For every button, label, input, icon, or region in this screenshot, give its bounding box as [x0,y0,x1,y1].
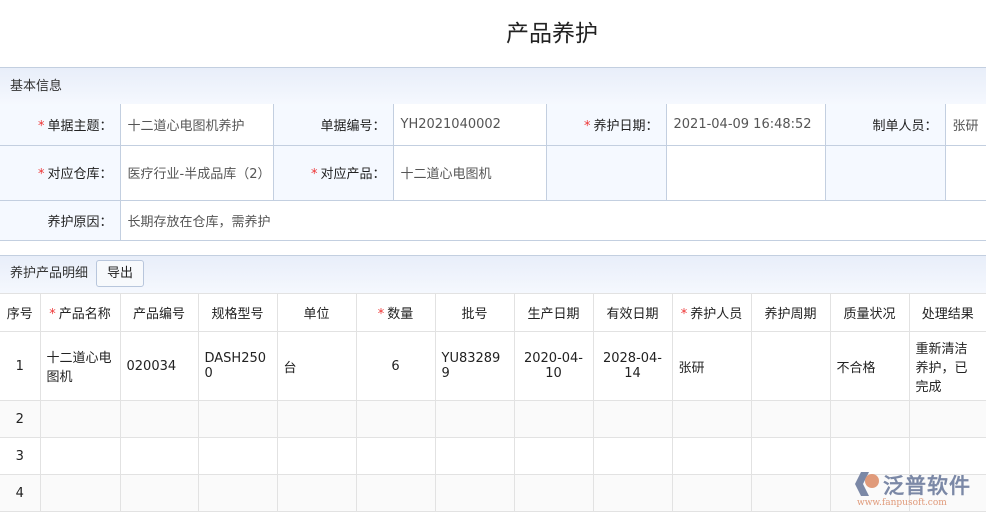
table-row[interactable]: 1 十二道心电图机 020034 DASH2500 台 6 YU832899 2… [0,331,986,401]
cell-no: 4 [0,474,41,512]
cell-no: 1 [0,331,41,401]
page-title: 产品养护 [506,21,598,47]
col-header: 单位 [276,293,357,332]
cell-cycle[interactable] [750,331,831,401]
empty-field [944,144,986,201]
col-header: 养护周期 [750,293,831,332]
col-header: 序号 [0,293,41,332]
subject-label: * 单据主题： [0,104,121,146]
export-button[interactable]: 导出 [96,260,145,287]
reason-label: 养护原因： [0,199,121,241]
table-header-row: 序号 * 产品名称 产品编号 规格型号 单位 * 数量 批号 生产日期 有效日期 *… [0,293,986,332]
col-header: 质量状况 [829,293,910,332]
number-field[interactable]: YH2021040002 [392,104,547,146]
basic-info-header: 基本信息 [0,67,986,104]
col-header: 处理结果 [908,293,986,332]
table-row[interactable]: 4 [0,474,986,512]
col-header: * 养护人员 [671,293,752,332]
number-label: 单据编号： [272,104,394,146]
empty-label [545,144,667,201]
empty-field [665,144,826,201]
cell-no: 3 [0,437,41,475]
cell-spec[interactable]: DASH2500 [197,331,278,401]
cell-staff[interactable]: 张研 [671,331,752,401]
product-field[interactable]: 十二道心电图机 [392,144,547,201]
watermark-url: www.fanpusoft.com [857,498,947,508]
reason-field[interactable]: 长期存放在仓库，需养护 [119,199,986,241]
warehouse-field[interactable]: 医疗行业-半成品库（2） [119,144,274,201]
detail-header: 养护产品明细 导出 [0,255,986,293]
warehouse-label: * 对应仓库： [0,144,121,201]
col-header: 批号 [434,293,515,332]
detail-title: 养护产品明细 [10,266,89,281]
creator-field[interactable]: 张研 [944,104,986,146]
date-label: * 养护日期： [545,104,667,146]
cell-qty[interactable]: 6 [355,331,436,401]
basic-info-form: * 单据主题： 十二道心电图机养护 单据编号： YH2021040002 * 养护日… [0,104,986,241]
table-row[interactable]: 2 [0,400,986,438]
cell-code[interactable]: 020034 [119,331,199,401]
col-header: 产品编号 [119,293,199,332]
watermark-brand: 泛普软件 [883,474,971,498]
col-header: * 数量 [355,293,436,332]
cell-result[interactable]: 重新清洁养护，已完成 [908,331,986,401]
cell-name[interactable]: 十二道心电图机 [39,331,121,401]
date-field[interactable]: 2021-04-09 16:48:52 [665,104,826,146]
col-header: * 产品名称 [39,293,121,332]
product-label: * 对应产品： [272,144,394,201]
col-header: 规格型号 [197,293,278,332]
cell-quality[interactable]: 不合格 [829,331,910,401]
cell-unit[interactable]: 台 [276,331,357,401]
col-header: 有效日期 [592,293,673,332]
col-header: 生产日期 [513,293,594,332]
cell-exp-date[interactable]: 2028-04-14 [592,331,673,401]
cell-batch[interactable]: YU832899 [434,331,515,401]
cell-no: 2 [0,400,41,438]
fanpu-logo-icon [855,472,879,496]
detail-table: 序号 * 产品名称 产品编号 规格型号 单位 * 数量 批号 生产日期 有效日期 *… [0,293,986,512]
creator-label: 制单人员： [824,104,946,146]
cell-mfg-date[interactable]: 2020-04-10 [513,331,594,401]
basic-info-title: 基本信息 [10,79,63,94]
subject-field[interactable]: 十二道心电图机养护 [119,104,274,146]
table-row[interactable]: 3 [0,437,986,475]
empty-label [824,144,946,201]
